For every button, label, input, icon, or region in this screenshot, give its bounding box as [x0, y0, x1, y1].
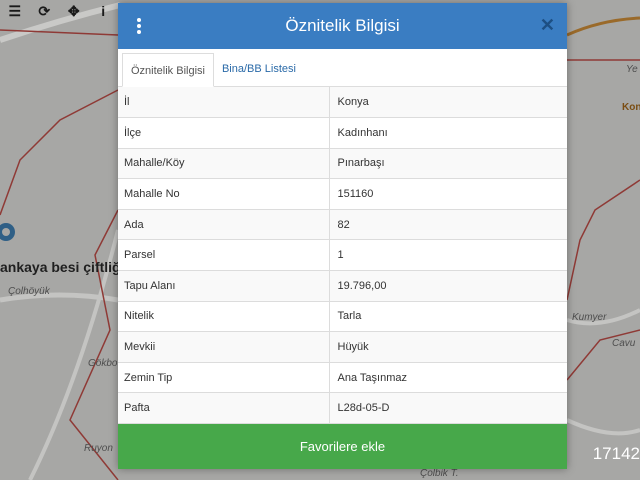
highway	[566, 16, 640, 37]
row-key: Parsel	[118, 239, 330, 272]
row-value: 1	[329, 239, 567, 272]
map-label-kon: Kon	[622, 102, 640, 113]
add-to-favorites-button[interactable]: Favorilere ekle	[118, 424, 567, 469]
dialog-tabs: Öznitelik Bilgisi Bina/BB Listesi	[118, 49, 567, 87]
table-row: Pafta L28d-05-D	[118, 392, 567, 425]
parcel-boundary	[566, 179, 640, 301]
info-icon[interactable]: i	[89, 0, 119, 22]
refresh-icon[interactable]: ⟳	[30, 0, 60, 22]
table-row: Parsel 1	[118, 239, 567, 272]
map-label-ruyon: Ruyon	[84, 443, 113, 454]
table-row: Zemin Tip Ana Taşınmaz	[118, 362, 567, 394]
table-row: Mahalle No 151160	[118, 178, 567, 210]
map-label-kumyer: Kumyer	[572, 312, 607, 323]
row-key: İl	[118, 87, 330, 119]
row-value: Kadınhanı	[329, 117, 567, 149]
map-label-colbik: Çolbik T.	[420, 468, 459, 479]
map-pin-center	[2, 228, 10, 236]
row-key: Zemin Tip	[118, 362, 330, 394]
attribute-info-dialog: Öznitelik Bilgisi ✕ Öznitelik Bilgisi Bi…	[118, 3, 567, 469]
table-row: Ada 82	[118, 209, 567, 241]
map-label-colhoyuk: Çolhöyük	[8, 286, 50, 297]
row-key: Mahalle/Köy	[118, 148, 330, 180]
road	[566, 418, 640, 436]
row-key: Nitelik	[118, 301, 330, 333]
map-label-besi: ankaya besi çiftliği	[0, 259, 125, 275]
row-value: 151160	[329, 178, 567, 210]
menu-icon[interactable]: ☰	[0, 0, 30, 22]
table-row: Mahalle/Köy Pınarbaşı	[118, 148, 567, 180]
row-value: Konya	[329, 87, 567, 119]
scale-readout: 17142	[592, 444, 640, 463]
map-label-ye: Ye	[626, 64, 638, 75]
close-icon[interactable]: ✕	[540, 15, 555, 36]
tab-building-list[interactable]: Bina/BB Listesi	[214, 52, 304, 86]
move-icon[interactable]: ✥	[59, 0, 89, 22]
dialog-header: Öznitelik Bilgisi ✕	[118, 3, 567, 49]
row-key: Tapu Alanı	[118, 270, 330, 302]
row-value: Tarla	[329, 301, 567, 333]
row-value: Pınarbaşı	[329, 148, 567, 180]
table-row: İl Konya	[118, 87, 567, 119]
map-label-cavus: Cavu	[612, 338, 636, 349]
table-row: Tapu Alanı 19.796,00	[118, 270, 567, 302]
table-row: Nitelik Tarla	[118, 301, 567, 333]
row-value: 19.796,00	[329, 270, 567, 302]
table-row: İlçe Kadınhanı	[118, 117, 567, 149]
row-key: Ada	[118, 209, 330, 241]
map-toolbar: ☰ ⟳ ✥ i	[0, 0, 118, 22]
row-value: Ana Taşınmaz	[329, 362, 567, 394]
table-row: Mevkii Hüyük	[118, 331, 567, 363]
tab-attribute-info[interactable]: Öznitelik Bilgisi	[122, 53, 214, 87]
row-value: 82	[329, 209, 567, 241]
row-key: Mahalle No	[118, 178, 330, 210]
parcel-boundary	[0, 89, 119, 216]
row-value: Hüyük	[329, 331, 567, 363]
row-key: Pafta	[118, 392, 330, 425]
map-label-gokbo: Gökbo	[88, 358, 118, 369]
row-key: Mevkii	[118, 331, 330, 363]
kebab-menu-icon[interactable]	[132, 15, 146, 37]
dialog-title: Öznitelik Bilgisi	[285, 16, 400, 35]
attribute-table: İl Konya İlçe Kadınhanı Mahalle/Köy Pınarba…	[118, 87, 567, 425]
row-value: L28d-05-D	[329, 392, 567, 425]
row-key: İlçe	[118, 117, 330, 149]
